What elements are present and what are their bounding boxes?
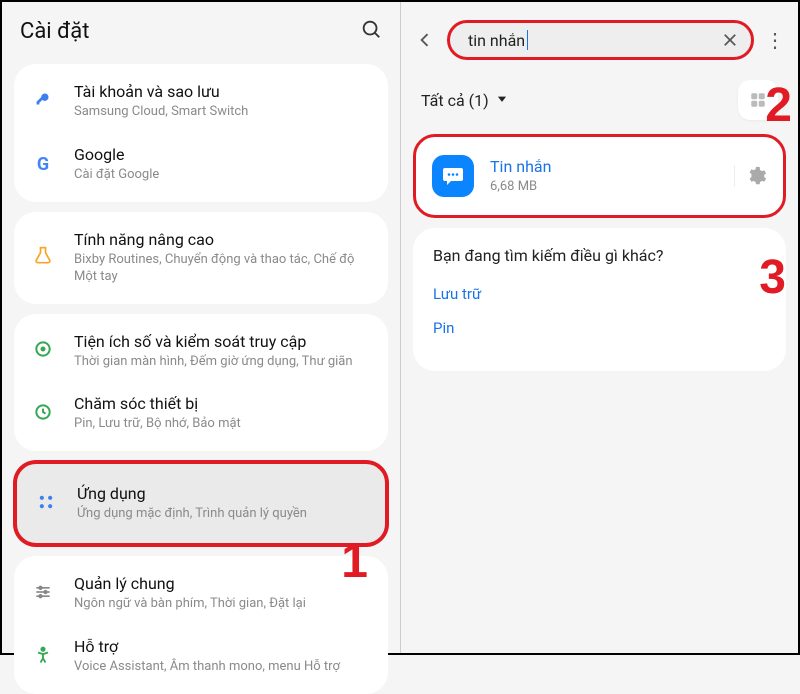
- settings-row-accessibility[interactable]: Hỗ trợ Voice Assistant, Âm thanh mono, m…: [14, 625, 388, 688]
- settings-group: Quản lý chung Ngôn ngữ và bàn phím, Thời…: [14, 556, 388, 694]
- row-subtitle: Thời gian màn hình, Đếm giờ ứng dụng, Th…: [74, 354, 370, 371]
- app-result-size: 6,68 MB: [490, 179, 718, 196]
- search-icon[interactable]: [360, 18, 382, 44]
- settings-row-accounts[interactable]: Tài khoản và sao lưu Samsung Cloud, Smar…: [14, 70, 388, 133]
- chevron-down-icon: [495, 91, 509, 110]
- settings-panel: Cài đặt Tài khoản và sao lưu Samsung Clo…: [2, 2, 400, 653]
- settings-group: Tính năng nâng cao Bixby Routines, Chuyể…: [14, 212, 388, 304]
- general-icon: [33, 582, 53, 606]
- row-subtitle: Ngôn ngữ và bàn phím, Thời gian, Đặt lại: [74, 596, 370, 613]
- other-heading: Bạn đang tìm kiếm điều gì khác?: [433, 246, 766, 265]
- settings-row-device-care[interactable]: Chăm sóc thiết bị Pin, Lưu trữ, Bộ nhớ, …: [14, 382, 388, 445]
- settings-row-general[interactable]: Quản lý chung Ngôn ngữ và bàn phím, Thời…: [14, 562, 388, 625]
- clear-search-icon[interactable]: [721, 31, 739, 49]
- row-subtitle: Samsung Cloud, Smart Switch: [74, 104, 370, 121]
- row-title: Tài khoản và sao lưu: [74, 82, 370, 102]
- apps-icon: [36, 492, 56, 516]
- row-title: Hỗ trợ: [74, 637, 370, 657]
- row-subtitle: Voice Assistant, Âm thanh mono, menu Hỗ …: [74, 659, 370, 676]
- other-suggestions-card: Bạn đang tìm kiếm điều gì khác? Lưu trữ …: [413, 228, 786, 371]
- row-title: Tiện ích số và kiểm soát truy cập: [74, 332, 370, 352]
- device-care-icon: [33, 402, 53, 426]
- app-settings-gear-icon[interactable]: [734, 165, 767, 187]
- settings-row-apps[interactable]: Ứng dụng Ứng dụng mặc định, Trình quản l…: [17, 470, 385, 537]
- settings-group: Tài khoản và sao lưu Samsung Cloud, Smar…: [14, 64, 388, 202]
- row-title: Google: [74, 145, 370, 165]
- settings-group: Tiện ích số và kiểm soát truy cập Thời g…: [14, 314, 388, 452]
- row-title: Quản lý chung: [74, 574, 370, 594]
- overflow-menu-icon[interactable]: ⋮: [762, 28, 788, 52]
- row-title: Chăm sóc thiết bị: [74, 394, 370, 414]
- google-icon: G: [37, 154, 49, 175]
- settings-row-google[interactable]: G Google Cài đặt Google: [14, 133, 388, 196]
- search-input[interactable]: tin nhắn: [447, 20, 754, 60]
- messages-app-icon: [432, 155, 474, 197]
- row-subtitle: Bixby Routines, Chuyển động và thao tác,…: [74, 252, 370, 286]
- app-result-row[interactable]: Tin nhắn 6,68 MB: [416, 137, 783, 215]
- suggestion-link[interactable]: Lưu trữ: [433, 285, 766, 303]
- settings-row-wellbeing[interactable]: Tiện ích số và kiểm soát truy cập Thời g…: [14, 320, 388, 383]
- row-subtitle: Pin, Lưu trữ, Bộ nhớ, Bảo mật: [74, 416, 370, 433]
- settings-row-apps-highlight: Ứng dụng Ứng dụng mặc định, Trình quản l…: [14, 461, 388, 546]
- key-icon: [32, 88, 54, 114]
- back-button[interactable]: [411, 26, 439, 54]
- row-subtitle: Cài đặt Google: [74, 167, 370, 184]
- app-result-title: Tin nhắn: [490, 157, 718, 177]
- grid-toggle-icon[interactable]: [738, 80, 778, 120]
- row-title: Tính năng nâng cao: [74, 230, 370, 250]
- suggestion-link[interactable]: Pin: [433, 319, 766, 337]
- app-result-highlight: Tin nhắn 6,68 MB: [413, 134, 786, 218]
- row-title: Ứng dụng: [77, 484, 367, 504]
- app-search-panel: tin nhắn ⋮ Tất cả (1) Tin nhắn: [400, 2, 798, 653]
- filter-label: Tất cả (1): [421, 91, 489, 110]
- search-value: tin nhắn: [468, 31, 525, 50]
- settings-row-advanced[interactable]: Tính năng nâng cao Bixby Routines, Chuyể…: [14, 218, 388, 298]
- lab-icon: [33, 246, 53, 270]
- text-cursor: [527, 30, 528, 50]
- row-subtitle: Ứng dụng mặc định, Trình quản lý quyền: [77, 506, 367, 523]
- page-title: Cài đặt: [20, 19, 89, 44]
- wellbeing-icon: [33, 339, 53, 363]
- filter-dropdown[interactable]: Tất cả (1): [421, 91, 509, 110]
- accessibility-icon: [33, 645, 53, 669]
